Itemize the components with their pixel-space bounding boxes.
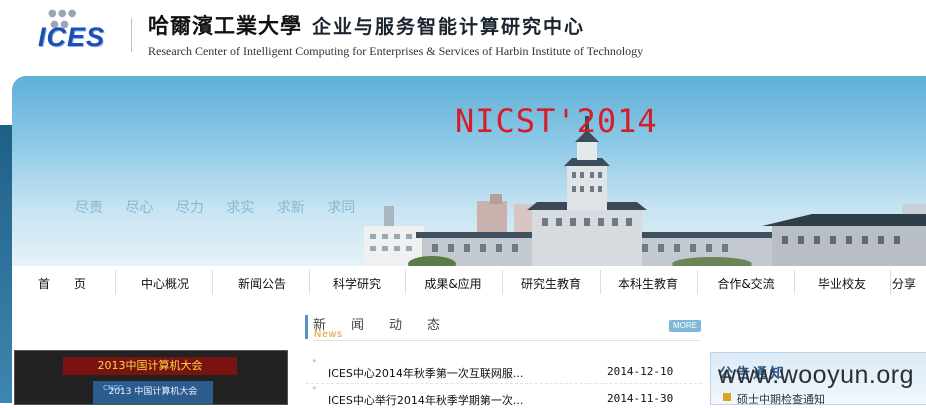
motto-item: 尽力	[175, 200, 204, 216]
news-item-title[interactable]: ICES中心举行2014年秋季学期第一次...	[328, 392, 523, 408]
logo-text: ICES	[38, 22, 106, 52]
news-row-divider	[306, 383, 702, 384]
photo-banner-text: 2013中国计算机大会	[63, 357, 237, 375]
news-item-date: 2014-12-10	[607, 365, 674, 378]
news-divider	[313, 340, 701, 341]
photo-logo-text: CNCC	[103, 384, 123, 392]
nav-item-cooperation[interactable]: 合作&交流	[698, 268, 794, 298]
motto-item: 求新	[276, 200, 305, 216]
center-name: 企业与服务智能计算研究中心	[312, 16, 586, 38]
school-name: 哈爾濱工業大學	[148, 13, 302, 38]
motto-item: 求实	[226, 200, 255, 216]
news-section-header: 新 闻 动 态 News MORE	[305, 314, 703, 342]
notice-item[interactable]: 硕士中期检查通知	[737, 391, 825, 407]
banner: NICST'2014 尽责 尽心 尽力 求实 求新 求同	[12, 76, 926, 266]
nav-item-research[interactable]: 科学研究	[310, 268, 404, 298]
main-nav: 首 页 中心概况 新闻公告 科学研究 成果&应用 研究生教育 本科生教育 合作&…	[12, 268, 926, 298]
news-item[interactable]: ° ICES中心举行2014年秋季学期第一次... 2014-11-30	[306, 386, 704, 408]
nav-item-graduate[interactable]: 研究生教育	[503, 268, 599, 298]
nav-item-undergraduate[interactable]: 本科生教育	[601, 268, 695, 298]
notice-bullet-icon	[723, 393, 731, 401]
news-item-title[interactable]: ICES中心2014年秋季第一次互联网服...	[328, 365, 523, 381]
nav-item-news[interactable]: 新闻公告	[213, 268, 311, 298]
left-edge-decoration	[0, 125, 12, 403]
news-item[interactable]: ° ICES中心2014年秋季第一次互联网服... 2014-12-10	[306, 359, 704, 381]
news-bullet-icon: °	[312, 386, 317, 396]
english-name: Research Center of Intelligent Computing…	[148, 44, 644, 58]
nav-item-achievements[interactable]: 成果&应用	[406, 268, 500, 298]
nav-divider	[890, 270, 891, 294]
nav-item-share[interactable]: 分享	[892, 268, 926, 298]
site-header: ● ● ● ● ● ICES 哈爾濱工業大學 企业与服务智能计算研究中心 Res…	[0, 0, 926, 72]
news-item-date: 2014-11-30	[607, 392, 674, 405]
motto-item: 尽责	[75, 200, 103, 216]
banner-headline: NICST'2014	[455, 102, 658, 140]
logo-divider	[131, 18, 132, 52]
motto-item: 求同	[327, 200, 356, 216]
news-more-button[interactable]: MORE	[669, 320, 701, 332]
watermark: www.wooyun.org	[718, 361, 914, 389]
news-accent-bar	[305, 315, 308, 339]
motto-item: 尽心	[125, 200, 154, 216]
nav-item-home[interactable]: 首 页	[12, 268, 112, 298]
news-bullet-icon: °	[312, 359, 317, 369]
nav-item-about[interactable]: 中心概况	[116, 268, 214, 298]
ices-logo[interactable]: ● ● ● ● ● ICES	[38, 8, 120, 58]
news-subtitle: News	[314, 329, 344, 340]
news-photo[interactable]: 2013中国计算机大会 2013 中国计算机大会 CNCC	[14, 350, 288, 405]
nav-item-alumni[interactable]: 毕业校友	[795, 268, 889, 298]
banner-mottos: 尽责 尽心 尽力 求实 求新 求同	[75, 197, 373, 217]
